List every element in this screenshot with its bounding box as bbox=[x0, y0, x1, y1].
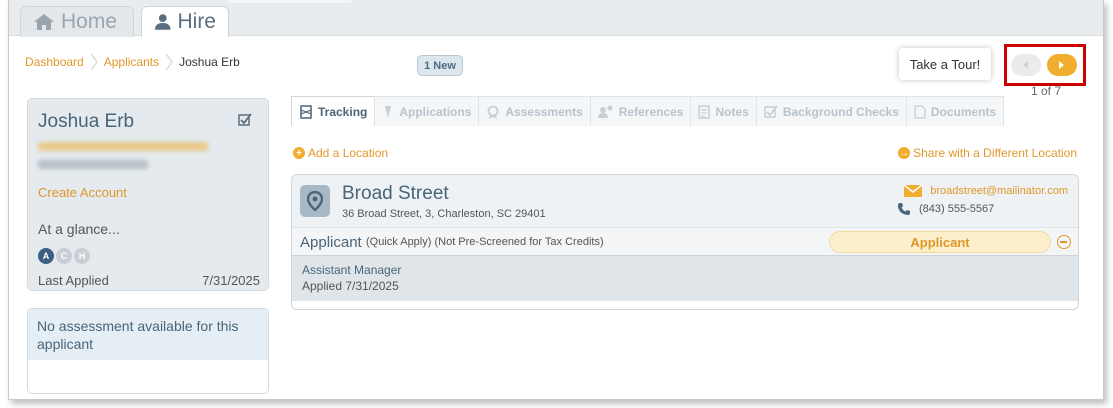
tab-notes-label: Notes bbox=[715, 104, 749, 119]
position-row: Assistant Manager Applied 7/31/2025 bbox=[292, 255, 1078, 301]
home-icon bbox=[34, 14, 54, 30]
position-title[interactable]: Assistant Manager bbox=[302, 262, 1068, 278]
edit-checkbox-icon[interactable] bbox=[238, 113, 252, 127]
add-location-link[interactable]: + Add a Location bbox=[293, 146, 388, 160]
location-panel: Broad Street 36 Broad Street, 3, Charles… bbox=[291, 174, 1079, 310]
last-applied-value: 7/31/2025 bbox=[202, 273, 260, 288]
applied-date: Applied 7/31/2025 bbox=[302, 279, 399, 293]
notes-icon bbox=[698, 104, 711, 119]
tab-background-checks-label: Background Checks bbox=[782, 104, 899, 119]
tracking-icon bbox=[300, 104, 312, 119]
breadcrumb: Dashboard Applicants Joshua Erb bbox=[25, 54, 240, 70]
tab-background-checks[interactable]: Background Checks bbox=[755, 96, 907, 126]
status-dropdown[interactable]: Applicant bbox=[829, 231, 1051, 253]
take-tour-button[interactable]: Take a Tour! bbox=[899, 48, 991, 80]
tab-tracking[interactable]: Tracking bbox=[291, 96, 376, 126]
tab-home[interactable]: Home bbox=[20, 6, 134, 37]
share-arrow-icon: → bbox=[898, 147, 911, 159]
check-icon bbox=[764, 104, 778, 118]
indicator-c: C bbox=[56, 248, 72, 264]
tab-hire[interactable]: Hire bbox=[141, 6, 229, 37]
user-icon bbox=[154, 14, 171, 30]
redacted-phone bbox=[38, 160, 148, 169]
chevron-right-icon bbox=[165, 54, 173, 70]
tab-documents-label: Documents bbox=[930, 104, 997, 119]
tab-tracking-label: Tracking bbox=[318, 104, 368, 119]
caret-right-icon bbox=[1059, 61, 1064, 69]
tab-notes[interactable]: Notes bbox=[690, 96, 757, 126]
applicant-meta: (Quick Apply) (Not Pre-Screened for Tax … bbox=[366, 236, 604, 248]
applicant-status-row: Applicant (Quick Apply) (Not Pre-Screene… bbox=[292, 227, 1078, 255]
tab-assessments[interactable]: Assessments bbox=[478, 96, 591, 126]
pen-icon bbox=[385, 105, 392, 118]
tab-applications[interactable]: Applications bbox=[374, 96, 480, 126]
next-applicant-button[interactable] bbox=[1047, 54, 1077, 76]
location-email-text: broadstreet@mailinator.com bbox=[930, 185, 1068, 197]
share-location-link[interactable]: → Share with a Different Location bbox=[898, 146, 1077, 160]
glance-indicators: A C H bbox=[38, 248, 92, 264]
location-phone-text: (843) 555-5567 bbox=[919, 203, 995, 215]
breadcrumb-current: Joshua Erb bbox=[179, 55, 240, 69]
references-icon bbox=[597, 105, 613, 118]
plus-icon: + bbox=[293, 147, 305, 159]
location-name[interactable]: Broad Street bbox=[342, 183, 449, 205]
last-applied-row: Last Applied 7/31/2025 bbox=[38, 273, 260, 288]
tab-assessments-label: Assessments bbox=[505, 104, 583, 119]
document-icon bbox=[914, 104, 926, 119]
award-icon bbox=[487, 105, 499, 119]
caret-left-icon bbox=[1023, 61, 1028, 69]
tab-references[interactable]: References bbox=[589, 96, 692, 126]
applicant-profile-card: Joshua Erb Create Account At a glance...… bbox=[27, 98, 269, 291]
tab-home-label: Home bbox=[61, 10, 118, 33]
top-bar-accent bbox=[229, 0, 351, 3]
share-location-label: Share with a Different Location bbox=[913, 146, 1077, 160]
indicator-a: A bbox=[38, 248, 54, 264]
tab-references-label: References bbox=[618, 104, 684, 119]
location-email[interactable]: broadstreet@mailinator.com bbox=[904, 185, 1068, 197]
previous-applicant-button[interactable] bbox=[1011, 54, 1041, 76]
breadcrumb-applicants[interactable]: Applicants bbox=[104, 55, 159, 69]
assessment-card: No assessment available for this applica… bbox=[27, 308, 269, 394]
location-header: Broad Street 36 Broad Street, 3, Charles… bbox=[292, 175, 1078, 227]
new-badge[interactable]: 1 New bbox=[417, 55, 463, 76]
tab-hire-label: Hire bbox=[177, 10, 216, 33]
indicator-h: H bbox=[74, 248, 90, 264]
breadcrumb-dashboard[interactable]: Dashboard bbox=[25, 55, 84, 69]
tab-documents[interactable]: Documents bbox=[905, 96, 1005, 126]
collapse-icon[interactable] bbox=[1057, 235, 1071, 249]
app-frame: Home Hire Dashboard Applicants Joshua Er… bbox=[8, 0, 1104, 400]
redacted-email bbox=[38, 142, 208, 151]
location-address: 36 Broad Street, 3, Charleston, SC 29401 bbox=[342, 208, 546, 220]
add-location-label: Add a Location bbox=[308, 146, 389, 160]
last-applied-label: Last Applied bbox=[38, 273, 109, 288]
envelope-icon bbox=[904, 185, 923, 197]
at-a-glance-heading: At a glance... bbox=[38, 221, 120, 237]
tab-applications-label: Applications bbox=[399, 104, 472, 119]
phone-icon bbox=[898, 203, 910, 215]
map-pin-icon bbox=[300, 185, 330, 217]
applicant-name: Joshua Erb bbox=[38, 111, 135, 132]
top-tab-bar: Home Hire bbox=[9, 0, 1103, 37]
applicant-label: Applicant bbox=[300, 234, 362, 251]
create-account-link[interactable]: Create Account bbox=[38, 185, 127, 200]
location-phone: (843) 555-5567 bbox=[897, 202, 994, 216]
chevron-right-icon bbox=[90, 54, 98, 70]
assessment-message: No assessment available for this applica… bbox=[28, 309, 268, 360]
section-tabs: Tracking Applications Assessments Refere… bbox=[291, 96, 1005, 126]
pager-count: 1 of 7 bbox=[1031, 84, 1062, 98]
